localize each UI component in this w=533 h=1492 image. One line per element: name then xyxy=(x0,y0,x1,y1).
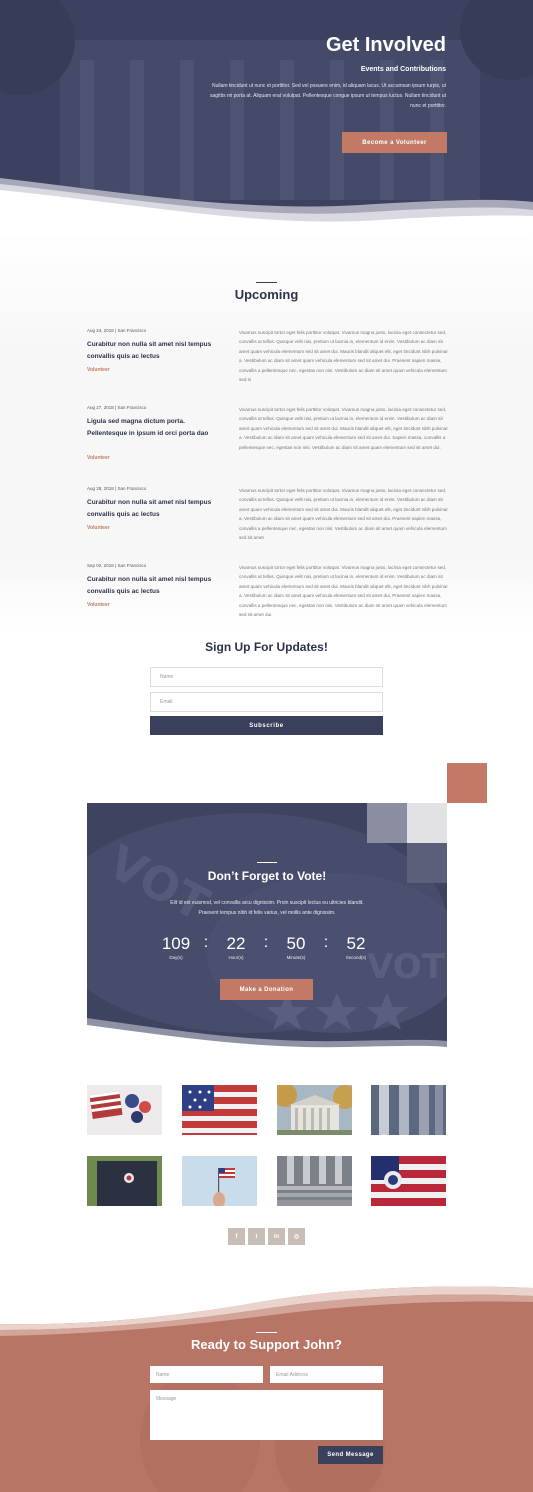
make-donation-button[interactable]: Make a Donation xyxy=(220,979,313,1000)
countdown-separator: : xyxy=(323,934,329,951)
event-meta: Aug 24, 2018 | San Francisco xyxy=(87,328,147,333)
countdown-minutes-label: Minute(s) xyxy=(286,955,306,960)
instagram-icon[interactable]: ◎ xyxy=(288,1228,305,1245)
event-volunteer-link[interactable]: Volunteer xyxy=(87,367,110,373)
gallery-image-flag-button[interactable] xyxy=(371,1156,446,1206)
support-email-field[interactable]: Email Address xyxy=(270,1366,383,1383)
decorative-square xyxy=(407,803,447,843)
event-item: Aug 28, 2018 | San Francisco Curabitur n… xyxy=(87,486,448,546)
hero-background-image xyxy=(0,0,533,230)
event-item: Aug 24, 2018 | San Francisco Curabitur n… xyxy=(87,328,448,388)
event-meta: Sep 02, 2018 | San Francisco xyxy=(87,563,147,568)
facebook-icon[interactable]: f xyxy=(228,1228,245,1245)
event-description: Vivamus suscipit tortor eget felis portt… xyxy=(239,488,448,541)
event-volunteer-link[interactable]: Volunteer xyxy=(87,602,110,608)
support-title: Ready to Support John? xyxy=(191,1337,342,1352)
decorative-square xyxy=(447,763,487,803)
support-background-image xyxy=(0,1280,533,1492)
gallery-image-building[interactable] xyxy=(277,1085,352,1135)
signup-title: Sign Up For Updates! xyxy=(205,640,328,654)
become-volunteer-button[interactable]: Become a Volunteer xyxy=(342,132,447,153)
event-title: Curabitur non nulla sit amet nisl tempus… xyxy=(87,576,212,595)
event-title: Ligula sed magna dictum porta. Pellentes… xyxy=(87,418,209,437)
event-meta: Aug 27, 2018 | San Francisco xyxy=(87,405,147,410)
event-description: Vivamus suscipit tortor eget felis portt… xyxy=(239,565,448,618)
signup-email-field[interactable]: Email xyxy=(150,692,383,712)
support-divider xyxy=(256,1332,277,1333)
countdown-days-value: 109 xyxy=(161,934,191,953)
vote-title: Don’t Forget to Vote! xyxy=(207,869,327,883)
event-volunteer-link[interactable]: Volunteer xyxy=(87,525,110,531)
event-meta: Aug 28, 2018 | San Francisco xyxy=(87,486,147,491)
support-section xyxy=(0,1280,533,1492)
vote-divider xyxy=(257,862,277,863)
event-item: Sep 02, 2018 | San Francisco Curabitur n… xyxy=(87,563,448,623)
event-title: Curabitur non nulla sit amet nisl tempus… xyxy=(87,341,212,360)
countdown-separator: : xyxy=(263,934,269,951)
support-name-field[interactable]: Name xyxy=(150,1366,263,1383)
hero-text: Nullam tincidunt ut nunc et porttitor. S… xyxy=(210,83,446,109)
event-title: Curabitur non nulla sit amet nisl tempus… xyxy=(87,499,212,518)
hero-section: Get Involved Events and Contributions Nu… xyxy=(0,0,533,230)
countdown-seconds-label: Second(s) xyxy=(345,955,367,960)
event-item: Aug 27, 2018 | San Francisco Ligula sed … xyxy=(87,405,448,465)
gallery-image-steps[interactable] xyxy=(277,1156,352,1206)
upcoming-title: Upcoming xyxy=(234,287,299,302)
countdown-hours-label: Hour(s) xyxy=(228,955,244,960)
countdown-hours-value: 22 xyxy=(226,934,246,953)
gallery-image-flag[interactable] xyxy=(182,1085,257,1135)
countdown-days-label: Day(s) xyxy=(169,955,183,960)
gallery-image-hand-flag[interactable] xyxy=(182,1156,257,1206)
signup-name-field[interactable]: Name xyxy=(150,667,383,687)
send-message-button[interactable]: Send Message xyxy=(318,1446,383,1464)
page: Get Involved Events and Contributions Nu… xyxy=(0,0,533,1492)
countdown-seconds-value: 52 xyxy=(346,934,366,953)
upcoming-divider xyxy=(256,282,277,283)
event-description: Vivamus suscipit tortor eget felis portt… xyxy=(239,330,448,383)
hero-title: Get Involved xyxy=(325,34,446,56)
support-message-field[interactable]: Message xyxy=(150,1390,383,1440)
countdown-minutes-value: 50 xyxy=(286,934,306,953)
vote-text: Elit id est euismod, vel convallis arcu … xyxy=(170,900,364,916)
gallery-image-columns[interactable] xyxy=(371,1085,446,1135)
decorative-square xyxy=(367,803,407,843)
event-volunteer-link[interactable]: Volunteer xyxy=(87,455,110,461)
twitter-icon[interactable]: t xyxy=(248,1228,265,1245)
countdown-separator: : xyxy=(203,934,209,951)
subscribe-button[interactable]: Subscribe xyxy=(150,716,383,735)
gallery-image-vote-sticker[interactable] xyxy=(87,1156,162,1206)
hero-subtitle: Events and Contributions xyxy=(360,66,446,73)
linkedin-icon[interactable]: in xyxy=(268,1228,285,1245)
gallery-image-flag-pins[interactable] xyxy=(87,1085,162,1135)
event-description: Vivamus suscipit tortor eget felis portt… xyxy=(239,407,448,450)
